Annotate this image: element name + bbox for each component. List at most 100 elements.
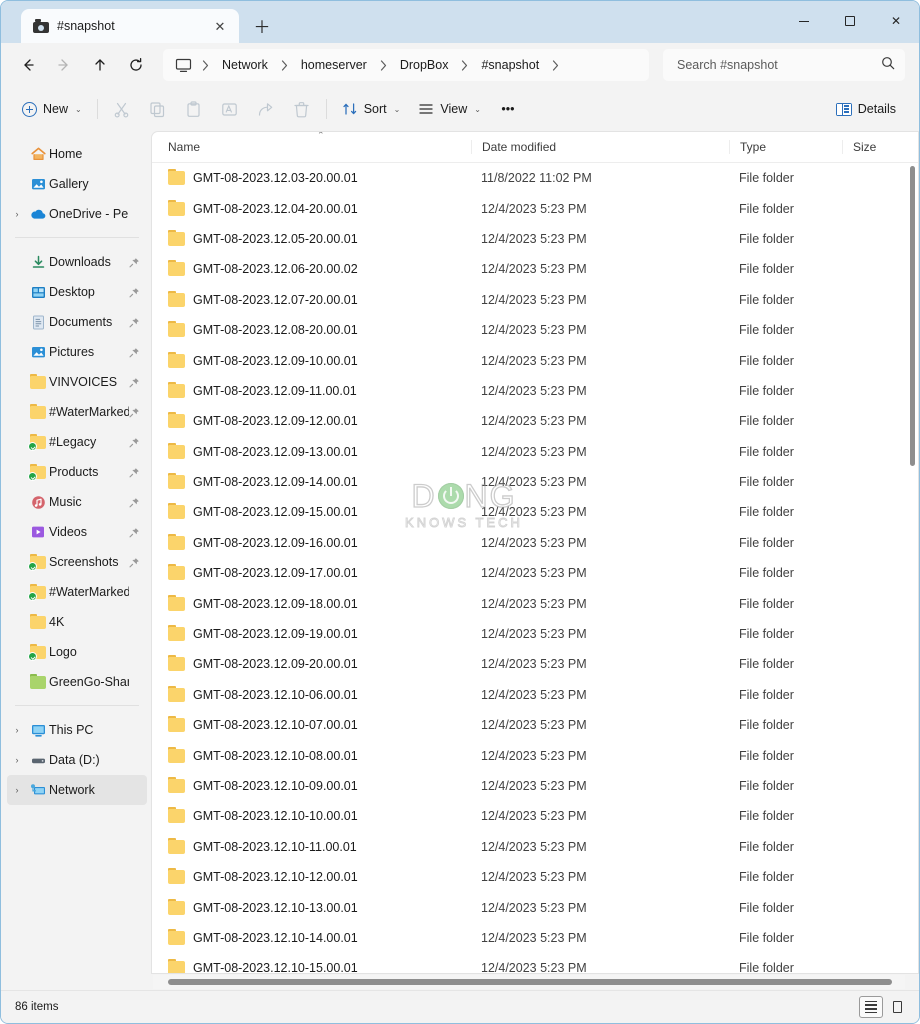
details-pane-button[interactable]: Details bbox=[827, 93, 905, 125]
table-row[interactable]: GMT-08-2023.12.05-20.00.01 12/4/2023 5:23… bbox=[152, 224, 918, 254]
sidebar-item-watermarked-2[interactable]: › #WaterMarked bbox=[7, 577, 147, 607]
table-row[interactable]: GMT-08-2023.12.09-14.00.01 12/4/2023 5:23… bbox=[152, 467, 918, 497]
file-name-cell[interactable]: GMT-08-2023.12.10-09.00.01 bbox=[168, 777, 471, 793]
column-header-date-modified[interactable]: Date modified bbox=[471, 140, 729, 154]
table-row[interactable]: GMT-08-2023.12.10-10.00.01 12/4/2023 5:23… bbox=[152, 801, 918, 831]
sidebar-item-downloads[interactable]: › Downloads bbox=[7, 247, 147, 277]
breadcrumb[interactable]: Network homeserver DropBox #snapshot bbox=[163, 49, 649, 81]
file-name-cell[interactable]: GMT-08-2023.12.10-12.00.01 bbox=[168, 868, 471, 885]
expander-icon[interactable]: › bbox=[7, 725, 27, 735]
column-header-type[interactable]: Type bbox=[729, 140, 842, 154]
tab-snapshot[interactable]: #snapshot ✕ bbox=[21, 9, 239, 43]
minimize-button[interactable] bbox=[781, 1, 827, 41]
file-name-cell[interactable]: GMT-08-2023.12.10-13.00.01 bbox=[168, 898, 471, 915]
sidebar-item-this-pc[interactable]: › This PC bbox=[7, 715, 147, 745]
table-row[interactable]: GMT-08-2023.12.10-07.00.01 12/4/2023 5:23… bbox=[152, 710, 918, 740]
expander-icon[interactable]: › bbox=[7, 785, 27, 795]
breadcrumb-dropbox[interactable]: DropBox bbox=[393, 54, 456, 76]
file-name-cell[interactable]: GMT-08-2023.12.09-17.00.01 bbox=[168, 564, 471, 581]
pin-icon[interactable] bbox=[129, 377, 141, 388]
sidebar-item-network[interactable]: › Network bbox=[7, 775, 147, 805]
pin-icon[interactable] bbox=[129, 527, 141, 538]
file-rows-container[interactable]: GMT-08-2023.12.03-20.00.01 11/8/2022 11:0… bbox=[152, 163, 918, 973]
search-input[interactable]: Search #snapshot bbox=[663, 49, 905, 81]
close-tab-icon[interactable]: ✕ bbox=[209, 15, 231, 37]
table-row[interactable]: GMT-08-2023.12.09-10.00.01 12/4/2023 5:23… bbox=[152, 345, 918, 375]
file-name-cell[interactable]: GMT-08-2023.12.06-20.00.02 bbox=[168, 260, 471, 277]
table-row[interactable]: GMT-08-2023.12.10-13.00.01 12/4/2023 5:23… bbox=[152, 892, 918, 922]
vertical-scrollbar[interactable] bbox=[909, 166, 916, 967]
sidebar-item-watermarked-1[interactable]: › #WaterMarked bbox=[7, 397, 147, 427]
paste-button[interactable] bbox=[176, 93, 212, 125]
copy-button[interactable] bbox=[140, 93, 176, 125]
table-row[interactable]: GMT-08-2023.12.08-20.00.01 12/4/2023 5:23… bbox=[152, 315, 918, 345]
maximize-button[interactable] bbox=[827, 1, 873, 41]
horizontal-scrollbar[interactable] bbox=[1, 974, 919, 990]
navigation-pane[interactable]: › Home › Gallery › OneDrive bbox=[1, 131, 151, 974]
table-row[interactable]: GMT-08-2023.12.10-06.00.01 12/4/2023 5:23… bbox=[152, 680, 918, 710]
horizontal-scrollbar-track[interactable] bbox=[153, 975, 905, 989]
table-row[interactable]: GMT-08-2023.12.06-20.00.02 12/4/2023 5:23… bbox=[152, 254, 918, 284]
file-name-cell[interactable]: GMT-08-2023.12.09-18.00.01 bbox=[168, 594, 471, 611]
file-name-cell[interactable]: GMT-08-2023.12.04-20.00.01 bbox=[168, 199, 471, 216]
sidebar-item-products[interactable]: › Products bbox=[7, 457, 147, 487]
sidebar-item-desktop[interactable]: › Desktop bbox=[7, 277, 147, 307]
forward-button[interactable] bbox=[47, 49, 81, 81]
table-row[interactable]: GMT-08-2023.12.03-20.00.01 11/8/2022 11:0… bbox=[152, 163, 918, 193]
sidebar-item-4k[interactable]: › 4K bbox=[7, 607, 147, 637]
pin-icon[interactable] bbox=[129, 347, 141, 358]
table-row[interactable]: GMT-08-2023.12.10-15.00.01 12/4/2023 5:23… bbox=[152, 953, 918, 973]
sidebar-item-documents[interactable]: › Documents bbox=[7, 307, 147, 337]
sidebar-item-home[interactable]: › Home bbox=[7, 139, 147, 169]
sidebar-item-screenshots[interactable]: › Screenshots bbox=[7, 547, 147, 577]
table-row[interactable]: GMT-08-2023.12.04-20.00.01 12/4/2023 5:23… bbox=[152, 193, 918, 223]
sidebar-item-legacy[interactable]: › #Legacy bbox=[7, 427, 147, 457]
view-button[interactable]: View ⌄ bbox=[409, 93, 490, 125]
new-button[interactable]: New ⌄ bbox=[13, 93, 91, 125]
file-name-cell[interactable]: GMT-08-2023.12.10-14.00.01 bbox=[168, 928, 471, 945]
pin-icon[interactable] bbox=[129, 257, 141, 268]
refresh-button[interactable] bbox=[119, 49, 153, 81]
sort-button[interactable]: Sort ⌄ bbox=[333, 93, 410, 125]
expander-icon[interactable]: › bbox=[7, 209, 27, 219]
table-row[interactable]: GMT-08-2023.12.10-08.00.01 12/4/2023 5:23… bbox=[152, 740, 918, 770]
file-name-cell[interactable]: GMT-08-2023.12.10-15.00.01 bbox=[168, 959, 471, 973]
file-name-cell[interactable]: GMT-08-2023.12.09-10.00.01 bbox=[168, 351, 471, 368]
sidebar-item-greengo-shared[interactable]: › GreenGo-Shared bbox=[7, 667, 147, 697]
sidebar-item-vinvoices[interactable]: › VINVOICES bbox=[7, 367, 147, 397]
table-row[interactable]: GMT-08-2023.12.10-11.00.01 12/4/2023 5:23… bbox=[152, 832, 918, 862]
file-name-cell[interactable]: GMT-08-2023.12.09-20.00.01 bbox=[168, 655, 471, 672]
this-pc-crumb-icon[interactable] bbox=[171, 58, 196, 73]
sidebar-item-music[interactable]: › Music bbox=[7, 487, 147, 517]
table-row[interactable]: GMT-08-2023.12.09-19.00.01 12/4/2023 5:23… bbox=[152, 619, 918, 649]
file-name-cell[interactable]: GMT-08-2023.12.05-20.00.01 bbox=[168, 229, 471, 246]
delete-button[interactable] bbox=[284, 93, 320, 125]
pin-icon[interactable] bbox=[129, 467, 141, 478]
file-name-cell[interactable]: GMT-08-2023.12.10-08.00.01 bbox=[168, 746, 471, 763]
file-name-cell[interactable]: GMT-08-2023.12.09-15.00.01 bbox=[168, 503, 471, 520]
pin-icon[interactable] bbox=[129, 437, 141, 448]
file-name-cell[interactable]: GMT-08-2023.12.09-13.00.01 bbox=[168, 442, 471, 459]
file-name-cell[interactable]: GMT-08-2023.12.08-20.00.01 bbox=[168, 321, 471, 338]
expander-icon[interactable]: › bbox=[7, 755, 27, 765]
file-name-cell[interactable]: GMT-08-2023.12.10-06.00.01 bbox=[168, 685, 471, 702]
table-row[interactable]: GMT-08-2023.12.09-11.00.01 12/4/2023 5:23… bbox=[152, 376, 918, 406]
table-row[interactable]: GMT-08-2023.12.10-14.00.01 12/4/2023 5:23… bbox=[152, 923, 918, 953]
file-name-cell[interactable]: GMT-08-2023.12.10-07.00.01 bbox=[168, 716, 471, 733]
horizontal-scrollbar-thumb[interactable] bbox=[168, 979, 892, 985]
more-options-button[interactable]: ••• bbox=[490, 93, 526, 125]
rename-button[interactable] bbox=[212, 93, 248, 125]
thumbnail-view-toggle[interactable] bbox=[885, 996, 909, 1018]
share-button[interactable] bbox=[248, 93, 284, 125]
table-row[interactable]: GMT-08-2023.12.10-12.00.01 12/4/2023 5:23… bbox=[152, 862, 918, 892]
file-name-cell[interactable]: GMT-08-2023.12.09-14.00.01 bbox=[168, 473, 471, 490]
table-row[interactable]: GMT-08-2023.12.09-15.00.01 12/4/2023 5:23… bbox=[152, 497, 918, 527]
file-name-cell[interactable]: GMT-08-2023.12.09-11.00.01 bbox=[168, 381, 471, 398]
vertical-scrollbar-thumb[interactable] bbox=[910, 166, 915, 466]
file-name-cell[interactable]: GMT-08-2023.12.03-20.00.01 bbox=[168, 169, 471, 186]
table-row[interactable]: GMT-08-2023.12.09-20.00.01 12/4/2023 5:23… bbox=[152, 649, 918, 679]
file-name-cell[interactable]: GMT-08-2023.12.07-20.00.01 bbox=[168, 290, 471, 307]
file-name-cell[interactable]: GMT-08-2023.12.10-10.00.01 bbox=[168, 807, 471, 824]
file-name-cell[interactable]: GMT-08-2023.12.09-12.00.01 bbox=[168, 412, 471, 429]
table-row[interactable]: GMT-08-2023.12.09-17.00.01 12/4/2023 5:23… bbox=[152, 558, 918, 588]
